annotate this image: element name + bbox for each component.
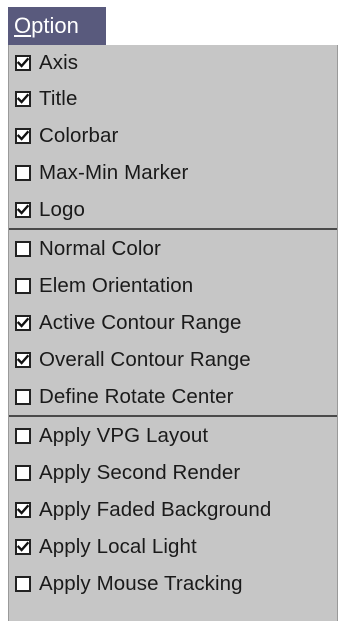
checked-checkbox-icon[interactable] (15, 127, 31, 144)
menu-item-active-contour-range[interactable]: Active Contour Range (9, 304, 337, 341)
checked-checkbox-icon[interactable] (15, 538, 31, 555)
checked-checkbox-icon[interactable] (15, 314, 31, 331)
unchecked-checkbox-icon[interactable] (15, 164, 31, 181)
menu-item-label: Axis (39, 50, 79, 74)
menu-item-apply-faded-background[interactable]: Apply Faded Background (9, 491, 337, 528)
menu-item-label: Active Contour Range (39, 310, 242, 334)
menu-item-apply-mouse-tracking[interactable]: Apply Mouse Tracking (9, 565, 337, 602)
option-menu-title[interactable]: Option (8, 7, 106, 45)
checked-checkbox-icon[interactable] (15, 351, 31, 368)
menu-item-label: Apply Mouse Tracking (39, 571, 243, 595)
menu-group-display: Axis Title Colorbar Max-Min Marker Logo (9, 45, 337, 228)
menu-item-label: Elem Orientation (39, 273, 194, 297)
unchecked-checkbox-icon[interactable] (15, 388, 31, 405)
unchecked-checkbox-icon[interactable] (15, 277, 31, 294)
menu-item-overall-contour-range[interactable]: Overall Contour Range (9, 341, 337, 378)
checked-checkbox-icon[interactable] (15, 90, 31, 107)
menu-item-logo[interactable]: Logo (9, 191, 337, 228)
option-menu-title-rest: ption (31, 13, 79, 38)
option-dropdown-menu: Axis Title Colorbar Max-Min Marker Logo … (8, 45, 338, 621)
menu-item-apply-second-render[interactable]: Apply Second Render (9, 454, 337, 491)
menu-item-title[interactable]: Title (9, 80, 337, 117)
unchecked-checkbox-icon[interactable] (15, 427, 31, 444)
menu-item-label: Apply Local Light (39, 534, 197, 558)
menu-item-normal-color[interactable]: Normal Color (9, 230, 337, 267)
checked-checkbox-icon[interactable] (15, 201, 31, 218)
unchecked-checkbox-icon[interactable] (15, 240, 31, 257)
menu-item-colorbar[interactable]: Colorbar (9, 117, 337, 154)
menu-item-label: Overall Contour Range (39, 347, 251, 371)
menu-item-define-rotate-center[interactable]: Define Rotate Center (9, 378, 337, 415)
menu-item-label: Apply Second Render (39, 460, 241, 484)
menu-item-label: Max-Min Marker (39, 160, 189, 184)
menu-item-label: Apply Faded Background (39, 497, 272, 521)
menu-item-axis[interactable]: Axis (9, 45, 337, 80)
menu-item-label: Apply VPG Layout (39, 423, 209, 447)
menu-item-max-min-marker[interactable]: Max-Min Marker (9, 154, 337, 191)
unchecked-checkbox-icon[interactable] (15, 464, 31, 481)
unchecked-checkbox-icon[interactable] (15, 575, 31, 592)
option-menu-mnemonic: O (14, 13, 32, 38)
menu-item-label: Logo (39, 197, 86, 221)
menu-group-apply: Apply VPG Layout Apply Second Render App… (9, 415, 337, 602)
menu-item-label: Normal Color (39, 236, 161, 260)
menu-item-label: Define Rotate Center (39, 384, 234, 408)
checked-checkbox-icon[interactable] (15, 54, 31, 71)
checked-checkbox-icon[interactable] (15, 501, 31, 518)
menu-item-apply-local-light[interactable]: Apply Local Light (9, 528, 337, 565)
menu-group-contour: Normal Color Elem Orientation Active Con… (9, 228, 337, 415)
menu-item-apply-vpg-layout[interactable]: Apply VPG Layout (9, 417, 337, 454)
menu-item-label: Colorbar (39, 123, 119, 147)
menu-item-label: Title (39, 86, 78, 110)
menu-item-elem-orientation[interactable]: Elem Orientation (9, 267, 337, 304)
